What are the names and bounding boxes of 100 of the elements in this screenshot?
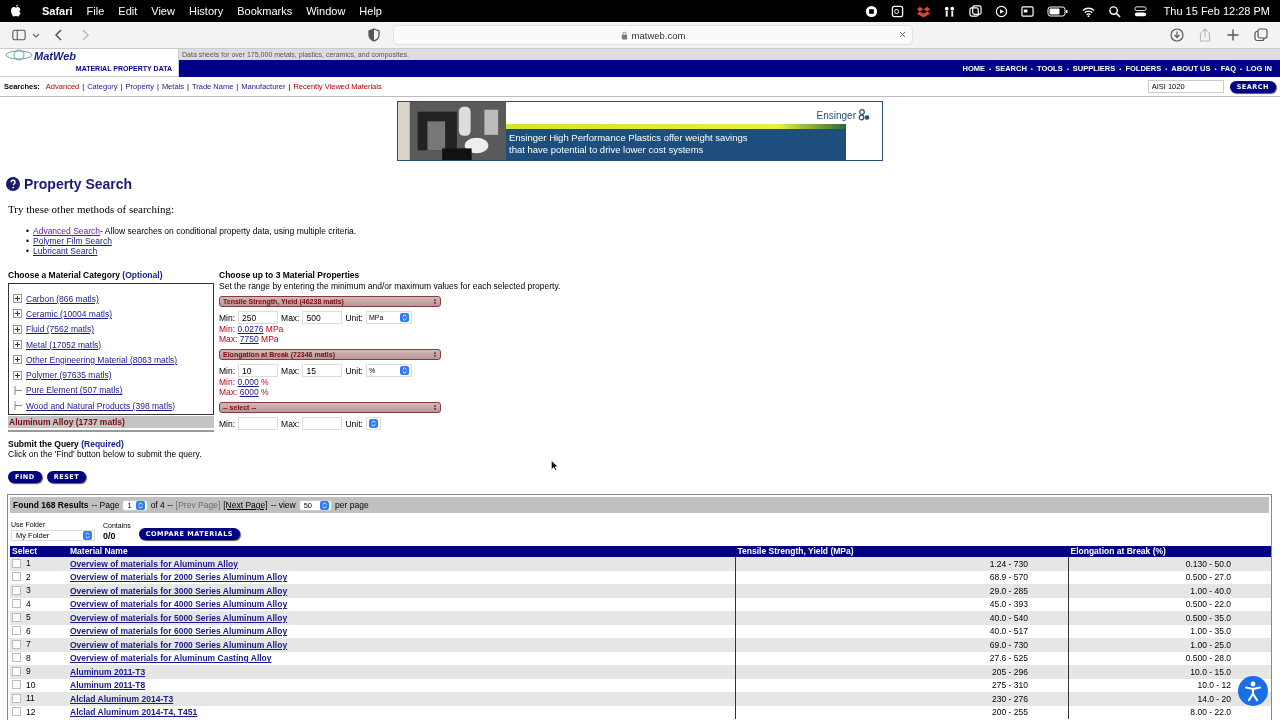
accessibility-icon[interactable]: [1238, 676, 1268, 706]
material-link[interactable]: Overview of materials for 4000 Series Aluminum Alloy: [70, 599, 288, 610]
method-link[interactable]: Lubricant Search: [33, 246, 98, 256]
row-checkbox[interactable]: [12, 639, 21, 649]
shield-icon[interactable]: [367, 28, 381, 42]
menu-item[interactable]: Edit: [118, 5, 138, 17]
expand-icon[interactable]: [13, 355, 22, 365]
plus-icon[interactable]: [1226, 28, 1240, 42]
expand-icon[interactable]: [13, 370, 22, 380]
table-cell: 205 - 296: [735, 665, 1069, 679]
row-checkbox[interactable]: [12, 626, 21, 635]
chevron-down-icon[interactable]: [32, 31, 40, 39]
range-link[interactable]: 0.0276: [237, 324, 264, 334]
table-cell: 0.130 - 50.0: [1068, 557, 1271, 571]
range-label: Min:: [219, 324, 236, 334]
min-field[interactable]: [238, 417, 279, 430]
tree-item-link[interactable]: Pure Element (507 matls): [26, 385, 123, 396]
material-link[interactable]: Alclad Aluminum 2014-T3: [70, 693, 174, 704]
row-checkbox[interactable]: [12, 572, 21, 581]
table-cell: 230 - 276: [735, 692, 1069, 706]
tree-item-link[interactable]: Other Engineering Material (8063 matls): [26, 354, 178, 365]
method-link[interactable]: Polymer Film Search: [33, 236, 112, 246]
ad-banner[interactable]: Ensinger High Performance Plastics offer weight savings that have potential to drive lower cost systems Ensinger: [397, 101, 883, 161]
range-unit: MPa: [265, 324, 284, 334]
apple-icon[interactable]: [10, 4, 22, 18]
row-checkbox[interactable]: [12, 707, 21, 716]
expand-icon[interactable]: [13, 340, 22, 350]
field-label: Unit:: [345, 365, 363, 376]
min-field[interactable]: 10: [238, 364, 279, 377]
pager-text: of 4 --: [150, 500, 173, 510]
range-link[interactable]: 7750: [239, 334, 259, 344]
box-icon[interactable]: [916, 4, 930, 18]
max-field[interactable]: 15: [302, 364, 343, 377]
help-icon[interactable]: [6, 177, 20, 191]
next-page-link[interactable]: [Next Page]: [223, 500, 268, 510]
material-link[interactable]: Overview of materials for 6000 Series Aluminum Alloy: [70, 626, 288, 637]
tabs-icon[interactable]: [1254, 28, 1268, 42]
row-number: 12: [26, 705, 36, 718]
menu-item[interactable]: History: [188, 5, 224, 17]
expand-icon[interactable]: [13, 309, 22, 319]
row-checkbox[interactable]: [12, 680, 21, 689]
results-count: Found 168 Results: [13, 500, 89, 510]
row-checkbox[interactable]: [12, 585, 21, 595]
tree-item-link[interactable]: Fluid (7562 matls): [26, 324, 95, 335]
material-link[interactable]: Overview of materials for 2000 Series Aluminum Alloy: [70, 572, 288, 583]
tree-item-link[interactable]: Metal (17052 matls): [26, 339, 102, 350]
max-field[interactable]: [302, 417, 343, 430]
menu-item[interactable]: Help: [359, 5, 382, 17]
row-checkbox[interactable]: [12, 666, 21, 676]
search-icon[interactable]: [1107, 4, 1121, 18]
windows-icon[interactable]: [968, 4, 982, 18]
download-icon[interactable]: [1170, 28, 1184, 42]
battery-icon[interactable]: [1046, 4, 1069, 18]
section-heading: Choose up to 3 Material Properties: [219, 270, 361, 280]
menu-item[interactable]: View: [151, 5, 175, 17]
max-field[interactable]: 500: [302, 311, 343, 324]
stop-icon[interactable]: [864, 4, 878, 18]
row-checkbox[interactable]: [12, 653, 21, 662]
clock[interactable]: Thu 15 Feb 12:28 PM: [1163, 5, 1270, 17]
range-link[interactable]: 6000: [239, 387, 259, 397]
tree-item-link[interactable]: Polymer (97635 matls): [26, 370, 112, 381]
menu-item[interactable]: File: [86, 5, 105, 17]
row-checkbox[interactable]: [12, 612, 21, 622]
table-cell: 69.0 - 730: [735, 638, 1069, 652]
stepper-icon: [399, 366, 409, 375]
sidebar-icon[interactable]: [12, 28, 26, 42]
row-number: 3: [26, 584, 31, 596]
row-checkbox[interactable]: [12, 599, 21, 608]
ad-text: that have potential to drive lower cost systems: [509, 144, 705, 156]
method-description: - Allow searches on conditional property data, using multiple criteria.: [100, 226, 357, 236]
app-menu[interactable]: Safari: [42, 5, 73, 17]
range-link[interactable]: 0.000: [237, 377, 259, 387]
app-icon[interactable]: [890, 4, 904, 18]
unit-dropdown[interactable]: [365, 417, 381, 430]
tree-item-link[interactable]: Wood and Natural Products (398 matls): [26, 400, 176, 411]
tree-item-link[interactable]: Ceramic (10004 matls): [26, 308, 112, 319]
material-link[interactable]: Aluminum 2011-T8: [70, 680, 146, 691]
play-icon[interactable]: [994, 4, 1008, 18]
row-checkbox[interactable]: [12, 693, 21, 703]
control-center-icon[interactable]: [1133, 4, 1147, 18]
row-checkbox[interactable]: [12, 558, 21, 568]
min-field[interactable]: 250: [238, 311, 279, 324]
expand-icon[interactable]: [13, 294, 22, 304]
material-link[interactable]: Aluminum 2011-T3: [70, 666, 146, 677]
row-number: 8: [26, 651, 31, 664]
close-icon[interactable]: [899, 31, 906, 38]
calendar-icon[interactable]: [1020, 4, 1034, 18]
pager-text: -- view: [270, 500, 296, 510]
menu-item[interactable]: Window: [306, 5, 346, 17]
page-title: Property Search: [24, 176, 133, 192]
material-link[interactable]: Alclad Aluminum 2014-T4, T451: [70, 707, 198, 718]
range-label: Max:: [219, 387, 238, 397]
material-link[interactable]: Overview of materials for Aluminum Alloy: [70, 558, 238, 569]
brand-logo-icon: [858, 109, 870, 121]
expand-icon[interactable]: [13, 324, 22, 334]
material-link[interactable]: Overview of materials for Aluminum Casting Alloy: [70, 653, 272, 664]
column-header: Tensile Strength, Yield (MPa): [735, 546, 1069, 557]
tree-item-link[interactable]: Carbon (866 matls): [26, 293, 99, 304]
address-bar[interactable]: matweb.com: [393, 25, 913, 45]
menu-item[interactable]: Bookmarks: [237, 5, 293, 17]
